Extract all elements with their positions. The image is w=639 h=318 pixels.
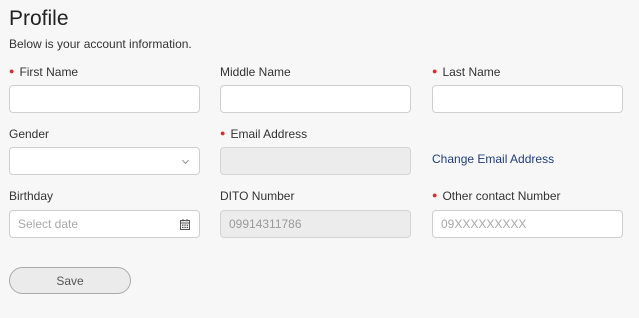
page-subtitle: Below is your account information. xyxy=(9,37,192,51)
first-name-label: ● First Name xyxy=(9,65,79,79)
email-label: ● Email Address xyxy=(220,127,308,141)
required-marker: ● xyxy=(9,66,15,76)
birthday-date-picker[interactable] xyxy=(9,210,200,238)
gender-label: Gender xyxy=(9,127,50,141)
middle-name-input[interactable] xyxy=(220,85,411,113)
dito-number-label: DITO Number xyxy=(220,189,295,203)
last-name-label: ● Last Name xyxy=(432,65,501,79)
page-title: Profile xyxy=(9,7,69,30)
birthday-input[interactable] xyxy=(10,211,186,237)
email-field xyxy=(220,147,411,175)
required-marker: ● xyxy=(432,190,438,200)
save-button[interactable]: Save xyxy=(9,267,131,294)
dito-number-field xyxy=(220,210,411,238)
middle-name-label: Middle Name xyxy=(220,65,291,79)
required-marker: ● xyxy=(432,66,438,76)
gender-select[interactable] xyxy=(9,147,200,175)
chevron-down-icon xyxy=(181,159,190,165)
required-marker: ● xyxy=(220,128,226,138)
calendar-icon[interactable] xyxy=(180,219,190,230)
other-contact-input[interactable] xyxy=(432,210,623,238)
other-contact-label: ● Other contact Number xyxy=(432,189,561,203)
birthday-label: Birthday xyxy=(9,189,54,203)
last-name-input[interactable] xyxy=(432,85,623,113)
first-name-input[interactable] xyxy=(9,85,200,113)
change-email-link[interactable]: Change Email Address xyxy=(432,152,554,167)
